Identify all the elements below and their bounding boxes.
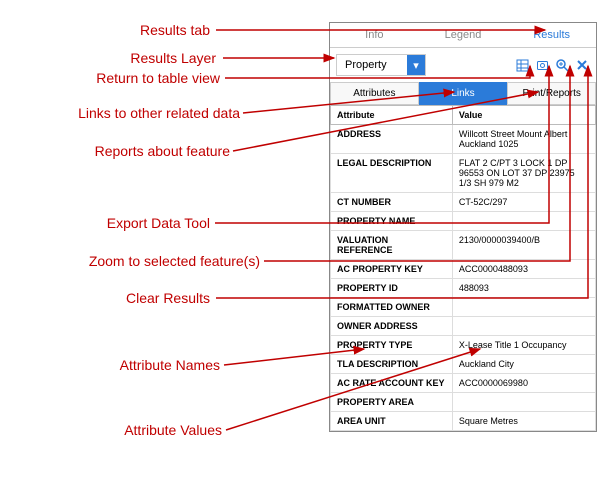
- tab-results[interactable]: Results: [507, 23, 596, 47]
- attr-name: AREA UNIT: [331, 412, 453, 431]
- attr-name: AC PROPERTY KEY: [331, 260, 453, 279]
- attr-value: CT-52C/297: [452, 193, 595, 212]
- label-links: Links to other related data: [30, 105, 240, 121]
- table-row: AC PROPERTY KEYACC0000488093: [331, 260, 596, 279]
- table-row: LEGAL DESCRIPTIONFLAT 2 C/PT 3 LOCK 1 DP…: [331, 154, 596, 193]
- attr-value: ACC0000069980: [452, 374, 595, 393]
- zoom-icon[interactable]: [554, 57, 570, 73]
- sub-tabs: Attributes Links Print/Reports: [330, 82, 596, 105]
- label-clear: Clear Results: [30, 290, 210, 306]
- label-results-tab: Results tab: [30, 22, 210, 38]
- export-icon[interactable]: [534, 57, 550, 73]
- tab-info[interactable]: Info: [330, 23, 419, 47]
- attr-name: ADDRESS: [331, 125, 453, 154]
- table-row: PROPERTY TYPEX-Lease Title 1 Occupancy: [331, 336, 596, 355]
- attr-name: PROPERTY TYPE: [331, 336, 453, 355]
- attr-value: FLAT 2 C/PT 3 LOCK 1 DP 96553 ON LOT 37 …: [452, 154, 595, 193]
- attr-value: ACC0000488093: [452, 260, 595, 279]
- attr-name: PROPERTY NAME: [331, 212, 453, 231]
- attr-name: LEGAL DESCRIPTION: [331, 154, 453, 193]
- label-return-table: Return to table view: [30, 70, 220, 86]
- table-row: AREA UNITSquare Metres: [331, 412, 596, 431]
- col-header-name: Attribute: [331, 106, 453, 125]
- attr-value: [452, 212, 595, 231]
- label-export: Export Data Tool: [30, 215, 210, 231]
- label-attr-values: Attribute Values: [30, 422, 222, 438]
- attr-name: VALUATION REFERENCE: [331, 231, 453, 260]
- results-panel: Info Legend Results Property ▾ Attribute…: [329, 22, 597, 432]
- attr-value: Square Metres: [452, 412, 595, 431]
- label-results-layer: Results Layer: [30, 50, 216, 66]
- subtab-attributes[interactable]: Attributes: [330, 82, 419, 105]
- attr-value: X-Lease Title 1 Occupancy: [452, 336, 595, 355]
- attr-name: PROPERTY ID: [331, 279, 453, 298]
- attr-value: Auckland City: [452, 355, 595, 374]
- table-row: PROPERTY ID488093: [331, 279, 596, 298]
- table-row: OWNER ADDRESS: [331, 317, 596, 336]
- attr-value: 2130/0000039400/B: [452, 231, 595, 260]
- attr-name: OWNER ADDRESS: [331, 317, 453, 336]
- table-row: PROPERTY AREA: [331, 393, 596, 412]
- top-tabs: Info Legend Results: [330, 23, 596, 48]
- table-row: ADDRESSWillcott Street Mount Albert Auck…: [331, 125, 596, 154]
- layer-selected: Property: [337, 56, 407, 74]
- col-header-value: Value: [452, 106, 595, 125]
- attr-name: FORMATTED OWNER: [331, 298, 453, 317]
- layer-row: Property ▾: [330, 48, 596, 82]
- table-row: CT NUMBERCT-52C/297: [331, 193, 596, 212]
- label-reports: Reports about feature: [30, 143, 230, 159]
- table-row: FORMATTED OWNER: [331, 298, 596, 317]
- table-row: VALUATION REFERENCE2130/0000039400/B: [331, 231, 596, 260]
- attr-value: Willcott Street Mount Albert Auckland 10…: [452, 125, 595, 154]
- attr-name: AC RATE ACCOUNT KEY: [331, 374, 453, 393]
- table-row: TLA DESCRIPTIONAuckland City: [331, 355, 596, 374]
- subtab-reports[interactable]: Print/Reports: [507, 82, 596, 105]
- label-attr-names: Attribute Names: [30, 357, 220, 373]
- subtab-links[interactable]: Links: [419, 82, 508, 105]
- table-row: PROPERTY NAME: [331, 212, 596, 231]
- tab-legend[interactable]: Legend: [419, 23, 508, 47]
- attr-value: 488093: [452, 279, 595, 298]
- label-zoom: Zoom to selected feature(s): [30, 253, 260, 269]
- attr-name: PROPERTY AREA: [331, 393, 453, 412]
- attribute-table: Attribute Value ADDRESSWillcott Street M…: [330, 105, 596, 431]
- table-view-icon[interactable]: [514, 57, 530, 73]
- attr-name: TLA DESCRIPTION: [331, 355, 453, 374]
- attr-name: CT NUMBER: [331, 193, 453, 212]
- table-row: AC RATE ACCOUNT KEYACC0000069980: [331, 374, 596, 393]
- layer-dropdown[interactable]: Property ▾: [336, 54, 426, 76]
- close-icon[interactable]: [574, 57, 590, 73]
- attr-value: [452, 298, 595, 317]
- attr-value: [452, 317, 595, 336]
- chevron-down-icon[interactable]: ▾: [407, 55, 425, 75]
- attr-value: [452, 393, 595, 412]
